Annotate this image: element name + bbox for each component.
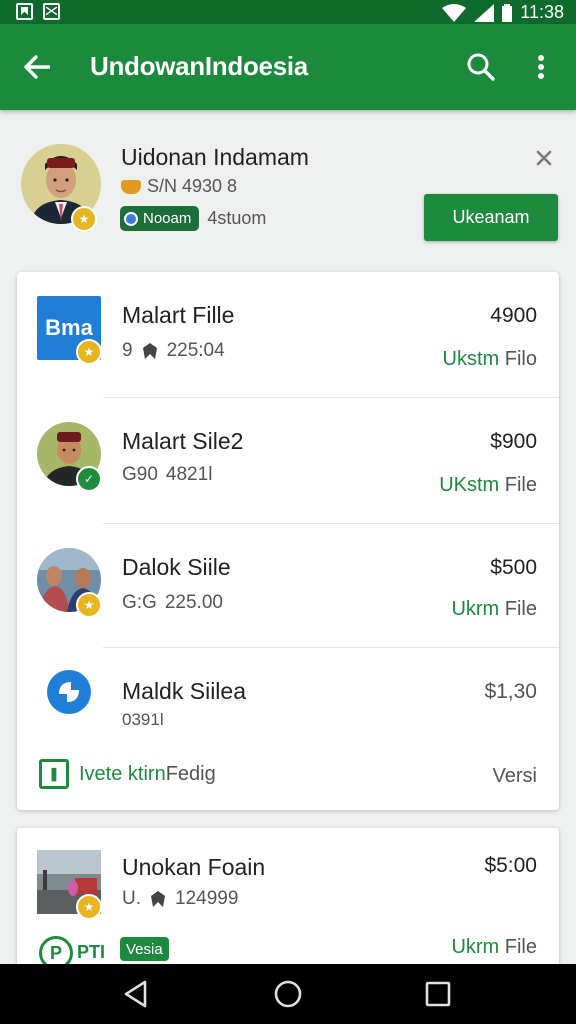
mail-notification-icon <box>43 3 60 20</box>
item-subtitle: 0391l <box>122 710 164 729</box>
check-badge-icon: ✓ <box>76 466 102 492</box>
item-price: $900 <box>490 430 537 453</box>
item-subtitle-row: G:G 225.00 <box>122 592 223 614</box>
verified-badge-icon: ★ <box>71 206 97 232</box>
back-button[interactable] <box>18 48 56 86</box>
tag-dot-icon <box>124 211 138 226</box>
profile-tag-row: Nooam 4stuom <box>120 206 266 231</box>
item-action-link[interactable]: Ukrm File <box>451 936 537 959</box>
item-subtitle-row: 9 225:04 <box>122 340 225 362</box>
item-subtitle: 225:04 <box>166 340 225 361</box>
close-button[interactable] <box>532 146 556 170</box>
p-label: PTI <box>77 942 106 962</box>
nav-home-button[interactable] <box>270 976 306 1012</box>
profile-subtitle: S/N 4930 8 <box>147 176 238 196</box>
item-action-gray: File <box>504 474 537 496</box>
item-sub-prefix: 9 <box>122 340 133 361</box>
list-item[interactable]: ✓ Malart Sile2 G90 4821l $900 UKstm File <box>17 398 559 524</box>
item-action-link[interactable]: Ukrm File <box>451 598 537 621</box>
items-card: Bma ★ Malart Fille 9 225:04 4900 Ukstm F… <box>17 272 559 810</box>
item-action-green: Ukrm <box>451 598 500 620</box>
triangle-back-icon <box>124 980 147 1008</box>
secondary-card[interactable]: ★ Unokan Foain U. 124999 $5:00 Vesia P P… <box>17 828 559 978</box>
item-action-gray: File <box>504 598 537 620</box>
item-subtitle: 225.00 <box>164 592 223 613</box>
profile-subtitle-row: S/N 4930 8 <box>121 176 237 197</box>
item-action-green: UKstm <box>439 474 500 496</box>
page-title: UndowanIndoesia <box>90 51 308 81</box>
arrow-back-icon <box>24 55 50 79</box>
item-subtitle: 4821l <box>165 464 213 485</box>
profile-header: ★ Uidonan Indamam S/N 4930 8 Nooam 4stuo… <box>0 110 576 260</box>
verified-badge-icon: ★ <box>76 592 102 618</box>
signal-icon <box>474 3 495 22</box>
bookmark-icon <box>142 343 157 359</box>
item-sub-prefix: U. <box>122 888 141 909</box>
profile-tag-label: Nooam <box>143 210 192 227</box>
bookmark-icon <box>151 891 165 907</box>
search-button[interactable] <box>462 48 500 86</box>
footer-link-gray: Fedig <box>165 762 216 785</box>
profile-tag[interactable]: Nooam <box>120 206 200 231</box>
footer-link-green: Ivete ktirn <box>79 762 166 785</box>
clock: 11:38 <box>520 2 564 22</box>
card-footer-link[interactable]: ❚ Ivete ktirnFedig <box>39 759 216 789</box>
bookmark-notification-icon <box>16 3 33 20</box>
app-logo-icon <box>47 670 91 714</box>
item-title: Dalok Siile <box>122 554 231 580</box>
square-recents-icon <box>425 981 451 1007</box>
item-action-gray: File <box>504 936 537 958</box>
item-subtitle: 124999 <box>175 888 239 909</box>
status-bar: 11:38 <box>0 0 576 24</box>
verified-badge-icon: ★ <box>76 339 102 365</box>
item-action-gray: Filo <box>504 348 537 370</box>
verified-badge-icon: ★ <box>76 894 102 920</box>
item-action-link[interactable]: UKstm File <box>439 474 537 497</box>
app-toolbar: UndowanIndoesia <box>0 24 576 110</box>
close-icon <box>536 150 552 166</box>
list-item[interactable]: Bma ★ Malart Fille 9 225:04 4900 Ukstm F… <box>17 272 559 398</box>
profile-name: Uidonan Indamam <box>121 144 309 170</box>
battery-icon <box>502 3 513 22</box>
system-nav-bar <box>0 964 576 1024</box>
circle-home-icon <box>274 980 302 1008</box>
item-subtitle-row: U. 124999 <box>122 888 238 910</box>
item-title: Unokan Foain <box>122 854 266 880</box>
item-action-link[interactable]: Ukstm Filo <box>443 348 537 371</box>
item-subtitle-row: G90 4821l <box>122 464 212 486</box>
item-title: Malart Fille <box>122 302 235 328</box>
version-label: Versi <box>492 765 537 787</box>
item-price: $1,30 <box>484 680 537 703</box>
item-action-green: Ukstm <box>442 348 500 370</box>
item-sub-prefix: G:G <box>122 592 157 613</box>
item-logo <box>45 668 93 716</box>
item-sub-prefix: G90 <box>122 464 158 485</box>
item-action-green: Ukrm <box>451 936 500 958</box>
item-price: $5:00 <box>484 854 537 877</box>
item-title: Maldk Siilea <box>122 678 246 704</box>
thumbnail-text: Bma <box>45 315 93 340</box>
profile-tag-extra: 4stuom <box>207 208 267 228</box>
wifi-icon <box>442 3 467 22</box>
item-title: Malart Sile2 <box>122 428 244 454</box>
document-icon: ❚ <box>39 759 69 789</box>
nav-recents-button[interactable] <box>420 976 456 1012</box>
status-badge: Vesia <box>120 937 169 961</box>
item-price: $500 <box>490 556 537 579</box>
item-price: 4900 <box>490 304 537 327</box>
overflow-menu-button[interactable] <box>524 48 558 86</box>
profile-action-button[interactable]: Ukeanam <box>424 194 558 241</box>
more-vert-icon <box>538 55 544 79</box>
search-icon <box>467 53 495 81</box>
nav-back-button[interactable] <box>118 976 154 1012</box>
list-item[interactable]: ★ Dalok Siile G:G 225.00 $500 Ukrm File <box>17 524 559 648</box>
list-item[interactable]: Maldk Siilea 0391l $1,30 <box>17 648 559 748</box>
coin-icon <box>121 179 141 194</box>
item-subtitle-row: 0391l <box>122 710 164 730</box>
